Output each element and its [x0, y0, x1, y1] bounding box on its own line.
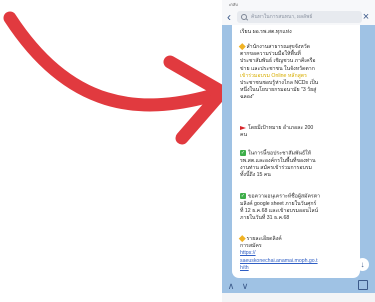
target-text: โดยมีเป้าหมาย อำเภอละ 200 คน — [240, 125, 314, 139]
checkmark-icon: ✓ — [240, 150, 246, 156]
nav-up-icon[interactable]: ∧ — [226, 282, 236, 291]
paragraph-2: ✓ ในการนี้ขอประชาสัมพันธ์ให้ รพ.สต.และองค… — [240, 150, 316, 178]
diamond-icon — [239, 235, 246, 242]
scroll-down-icon[interactable]: ↓ — [356, 258, 369, 271]
diamond-icon — [239, 43, 246, 50]
share-icon[interactable] — [358, 280, 368, 290]
checkmark-icon: ✓ — [240, 193, 246, 199]
nav-down-icon[interactable]: ∨ — [240, 282, 250, 291]
bottom-strip — [222, 293, 375, 302]
message-bubble[interactable]: เรียน ผอ.รพ.สต.ทุกแห่ง สำนักงานสาธารณสุข… — [232, 25, 360, 278]
search-icon — [241, 14, 247, 20]
status-bar: •กลับ — [222, 0, 375, 9]
registration-link[interactable]: https:// — [240, 250, 318, 257]
paragraph-1: สำนักงานสาธารณสุขจังหวัด ตากขอความร่วมมื… — [239, 43, 319, 101]
back-chevron-icon[interactable]: ‹ — [227, 11, 237, 23]
search-input[interactable]: ค้นหาในการสนทนา, ผลลัพธ์ — [237, 11, 362, 23]
registration-link[interactable]: saeuskonechai.anamai.moph.go.t — [240, 258, 318, 265]
red-flag-icon — [240, 125, 246, 130]
search-placeholder: ค้นหาในการสนทนา, ผลลัพธ์ — [251, 14, 313, 20]
close-icon[interactable]: × — [361, 10, 371, 24]
paragraph-3: ✓ ขอความอนุเคราะห์ชื่อผู้สมัครตา มลิงค์ g… — [240, 193, 320, 221]
search-bar: ‹ ค้นหาในการสนทนา, ผลลัพธ์ × — [222, 9, 375, 25]
registration-link[interactable]: h/th — [240, 265, 318, 272]
greeting-text: เรียน ผอ.รพ.สต.ทุกแห่ง — [240, 29, 292, 35]
chat-screen: •กลับ ‹ ค้นหาในการสนทนา, ผลลัพธ์ × เรียน… — [222, 0, 375, 302]
paragraph-4: รายละเอียดลิงค์ การสมัคร https:// saeusk… — [239, 235, 318, 272]
